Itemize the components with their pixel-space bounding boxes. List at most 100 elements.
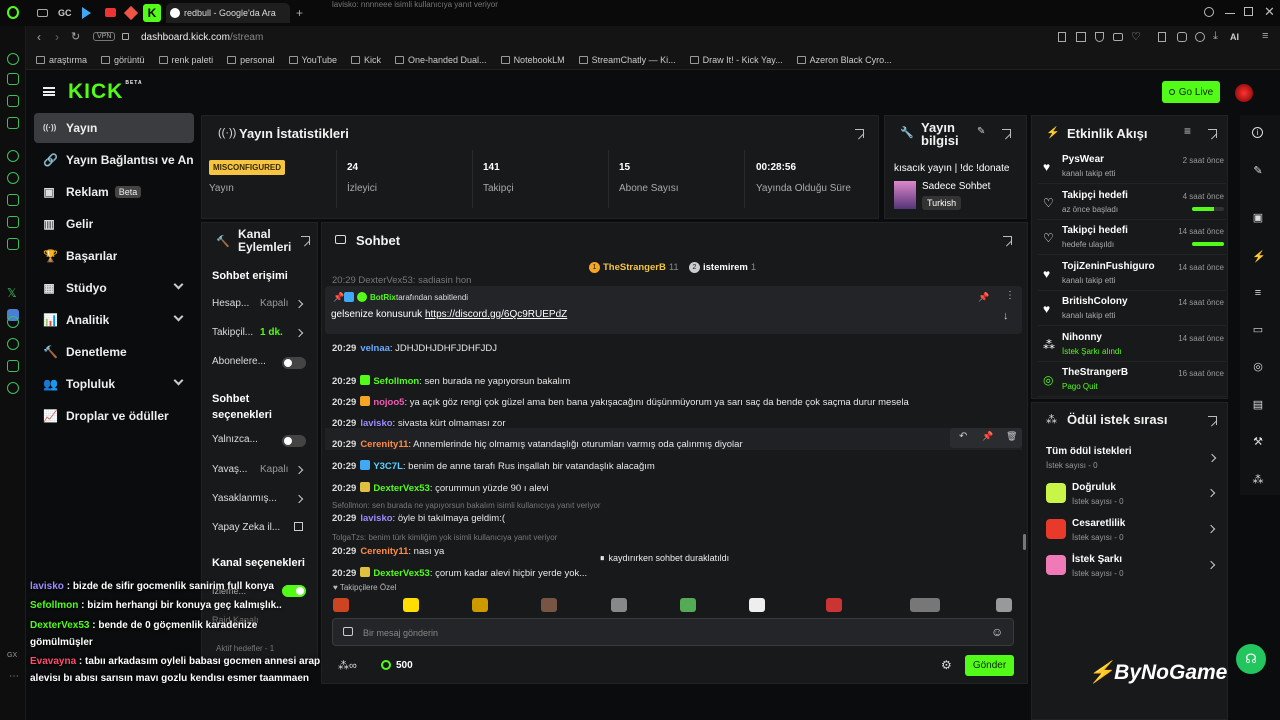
- emote-icon[interactable]: [541, 598, 557, 612]
- top-chatter[interactable]: 1 TheStrangerB 11: [589, 262, 679, 273]
- activity-event[interactable]: ⁂ Nihonny İstek Şarkı alındı 14 saat önce: [1038, 328, 1226, 362]
- language-tag[interactable]: Turkish: [922, 196, 962, 210]
- opera-logo-icon[interactable]: [7, 6, 19, 19]
- emote-icon[interactable]: [826, 598, 842, 612]
- nav-item-4[interactable]: ▥ Gelir: [34, 209, 194, 239]
- chat-access-row[interactable]: Abonelere...: [212, 356, 312, 370]
- channel-points[interactable]: 500: [396, 660, 413, 671]
- chevron-right-icon[interactable]: [294, 328, 304, 338]
- message-user[interactable]: Y3C7L: [373, 461, 403, 472]
- chat-access-row[interactable]: Takipçil... 1 dk.: [212, 327, 312, 341]
- chat-message[interactable]: 20:29 DexterVex53: çorummun yüzde 90 ı al…: [332, 482, 549, 494]
- delete-icon[interactable]: 🗑: [1006, 431, 1017, 442]
- ai-button[interactable]: AI: [1230, 32, 1239, 42]
- pinned-user[interactable]: BotRix: [370, 293, 396, 302]
- bookmark-item[interactable]: araştırma: [36, 55, 87, 65]
- rewards-icon[interactable]: ⁂: [1252, 474, 1264, 486]
- heart-icon[interactable]: ♡: [1131, 30, 1141, 43]
- nav-item-5[interactable]: 🏆 Başarılar: [34, 241, 194, 271]
- message-user[interactable]: velnaa: [360, 343, 390, 354]
- hamburger-menu-icon[interactable]: [43, 87, 55, 96]
- chat-message[interactable]: 20:29 nojoo5: ya açık göz rengi çok güzel…: [332, 396, 909, 408]
- pencil-icon[interactable]: ✎: [1252, 165, 1264, 177]
- x-twitter-icon[interactable]: 𝕏: [7, 286, 17, 300]
- snapshot-icon[interactable]: [1076, 32, 1086, 42]
- emoji-icon[interactable]: ☺: [991, 625, 1003, 639]
- go-live-button[interactable]: Go Live: [1162, 81, 1220, 103]
- wrench-icon[interactable]: ⚒: [1252, 436, 1264, 448]
- pin-icon[interactable]: [1058, 32, 1066, 42]
- message-user[interactable]: Cerenity11: [360, 546, 408, 557]
- chevron-right-icon[interactable]: [1206, 488, 1216, 498]
- pinned-link[interactable]: https://discord.gg/6Qc9RUEPdZ: [425, 309, 567, 320]
- popout-icon[interactable]: [1002, 129, 1011, 138]
- nav-item-2[interactable]: 🔗 Yayın Bağlantısı ve Anahtar: [34, 145, 194, 175]
- chevron-right-icon[interactable]: [294, 494, 304, 504]
- message-user[interactable]: lavisko: [360, 513, 392, 524]
- activity-event[interactable]: ♥ PysWear kanalı takip etti 2 saat önce: [1038, 150, 1226, 184]
- message-user[interactable]: Cerenity11: [360, 439, 408, 450]
- youtube-tab-icon[interactable]: [105, 8, 116, 17]
- emote-icon[interactable]: [333, 598, 349, 612]
- chat-option-row[interactable]: Yavaş... Kapalı: [212, 464, 312, 478]
- rewards-infinity-icon[interactable]: ⁂∞: [338, 659, 357, 672]
- download-icon[interactable]: ⤓: [1213, 30, 1218, 43]
- play-icon[interactable]: [82, 7, 91, 19]
- menu-icon[interactable]: ≡: [1262, 30, 1268, 42]
- search-icon[interactable]: [1204, 7, 1214, 17]
- reply-icon[interactable]: ↶: [959, 431, 967, 442]
- toggle[interactable]: [282, 357, 306, 369]
- external-link-icon[interactable]: [294, 522, 303, 531]
- tab-icon-red[interactable]: [123, 5, 139, 21]
- chat-settings-icon[interactable]: ⚙: [941, 658, 952, 672]
- nav-item-10[interactable]: 📈 Droplar ve ödüller: [34, 401, 194, 431]
- chat-message[interactable]: 20:29 Cerenity11: nası ya: [332, 546, 444, 557]
- nav-item-6[interactable]: ▦ Stüdyo: [34, 273, 194, 303]
- emote-icon[interactable]: [611, 598, 627, 612]
- message-user[interactable]: Sefollmon: [373, 376, 419, 387]
- nav-item-3[interactable]: ▣ Reklam Beta: [34, 177, 194, 207]
- chat-message[interactable]: 20:29 Y3C7L: benim de anne tarafı Rus inş…: [332, 460, 655, 472]
- emote-icon[interactable]: [749, 598, 765, 612]
- chat-message[interactable]: 20:29 Cerenity11: Annemlerinde hiç olmamı…: [332, 439, 743, 450]
- more-icon[interactable]: ⋯: [9, 671, 19, 682]
- chat-input[interactable]: Bir mesaj gönderin ☺: [332, 618, 1014, 646]
- panel-icon[interactable]: ▤: [1252, 399, 1264, 411]
- settings-icon[interactable]: [7, 382, 19, 394]
- kick-logo[interactable]: KICK BETA: [68, 80, 143, 104]
- list-icon[interactable]: ≡: [1252, 287, 1264, 299]
- activity-event[interactable]: ♥ BritishColony kanalı takip etti 14 saat ö…: [1038, 292, 1226, 326]
- chat-option-row[interactable]: Yasaklanmış...: [212, 493, 312, 507]
- watch-toggle[interactable]: [282, 585, 306, 597]
- pin-message-icon[interactable]: 📌: [982, 431, 993, 442]
- message-user[interactable]: DexterVex53: [373, 568, 430, 579]
- nav-item-1[interactable]: ((·)) Yayın: [34, 113, 194, 143]
- gc-label[interactable]: GC: [58, 8, 72, 18]
- nav-item-7[interactable]: 📊 Analitik: [34, 305, 194, 335]
- sidebar-refresh-icon[interactable]: [7, 53, 19, 65]
- category-name[interactable]: Sadece Sohbet: [922, 181, 990, 192]
- top-chatter[interactable]: 2 istemirem 1: [689, 262, 756, 273]
- emote-icon[interactable]: [996, 598, 1012, 612]
- broadcast-icon[interactable]: ◎: [1252, 361, 1264, 373]
- layout-icon[interactable]: ▣: [1252, 212, 1264, 224]
- new-tab-icon[interactable]: +: [296, 6, 303, 20]
- popout-icon[interactable]: [1003, 236, 1012, 245]
- chevron-down-icon[interactable]: [173, 279, 184, 290]
- reward-item[interactable]: Cesaretlilik İstek sayısı - 0: [1038, 513, 1226, 547]
- chevron-right-icon[interactable]: [294, 299, 304, 309]
- profile-icon[interactable]: [1195, 32, 1205, 42]
- forward-icon[interactable]: ›: [55, 30, 59, 44]
- expand-icon[interactable]: ↓: [1003, 310, 1009, 322]
- avatar[interactable]: [1235, 84, 1253, 102]
- unpin-icon[interactable]: 📌: [978, 292, 989, 303]
- instagram-icon[interactable]: [7, 216, 19, 228]
- reload-icon[interactable]: ↻: [71, 30, 80, 43]
- bookmark-item[interactable]: Azeron Black Cyro...: [796, 55, 892, 65]
- extensions-icon[interactable]: [1177, 32, 1187, 42]
- bookmark-item[interactable]: YouTube: [288, 55, 337, 65]
- bookmark-item[interactable]: StreamChatly — Ki...: [578, 55, 676, 65]
- bookmark-item[interactable]: renk paleti: [158, 55, 213, 65]
- bookmark-item[interactable]: NotebookLM: [500, 55, 565, 65]
- toggle[interactable]: [282, 435, 306, 447]
